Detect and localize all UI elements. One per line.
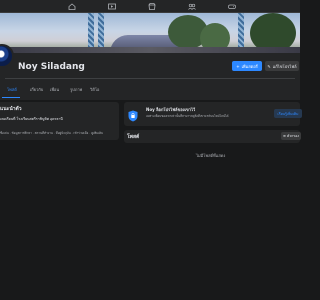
intro-details: ชื่อเล่น · ข้อมูลการศึกษา · สถานที่ทำงาน… bbox=[0, 131, 104, 135]
filter-label: ตัวกรอง bbox=[286, 134, 299, 138]
intro-school[interactable]: เคยเรียนที่ โรงเรียนสตรีราชินูทิศ อุดรธา… bbox=[0, 116, 63, 122]
cover-photo[interactable] bbox=[0, 13, 300, 53]
locked-profile-title: Noy ล็อกโปรไฟล์ของเขาไว้ bbox=[146, 107, 196, 112]
learn-more-button[interactable]: เรียนรู้เพิ่มเติม bbox=[274, 109, 302, 118]
top-nav-bar bbox=[0, 0, 300, 13]
tabs-divider bbox=[5, 78, 295, 79]
video-icon[interactable] bbox=[108, 3, 116, 10]
add-story-button[interactable]: + เพิ่มสตอรี่ bbox=[232, 61, 262, 71]
filter-icon: ≡ bbox=[283, 134, 286, 138]
locked-profile-description: เฉพาะเพื่อนของเขาเท่านั้นที่สามารถดูสิ่ง… bbox=[146, 114, 229, 118]
no-posts-message: ไม่มีโพสต์ที่แสดง bbox=[196, 153, 226, 158]
shield-icon bbox=[128, 107, 138, 122]
gaming-icon[interactable] bbox=[228, 3, 236, 10]
home-icon[interactable] bbox=[68, 3, 76, 10]
tab-posts[interactable]: โพสต์ bbox=[7, 86, 17, 93]
posts-card bbox=[124, 130, 300, 143]
add-story-label: เพิ่มสตอรี่ bbox=[241, 63, 258, 69]
tab-photos[interactable]: รูปภาพ bbox=[70, 86, 82, 93]
marketplace-icon[interactable] bbox=[148, 3, 156, 10]
tab-about[interactable]: เกี่ยวกับ bbox=[30, 86, 43, 93]
active-tab-indicator bbox=[2, 97, 20, 98]
profile-name: Noy Siladang bbox=[18, 62, 85, 72]
tab-videos[interactable]: วิดีโอ bbox=[90, 86, 99, 93]
posts-title: โพสต์ bbox=[127, 134, 140, 140]
tab-friends[interactable]: เพื่อน bbox=[50, 86, 59, 93]
pencil-icon: ✎ bbox=[267, 63, 271, 69]
edit-profile-label: แก้ไขโปรไฟล์ bbox=[272, 63, 297, 69]
intro-title: แนะนำตัว bbox=[0, 106, 22, 112]
plus-icon: + bbox=[236, 63, 240, 69]
edit-profile-button[interactable]: ✎ แก้ไขโปรไฟล์ bbox=[265, 61, 299, 71]
groups-icon[interactable] bbox=[188, 3, 196, 10]
filter-button[interactable]: ≡ ตัวกรอง bbox=[281, 132, 301, 140]
